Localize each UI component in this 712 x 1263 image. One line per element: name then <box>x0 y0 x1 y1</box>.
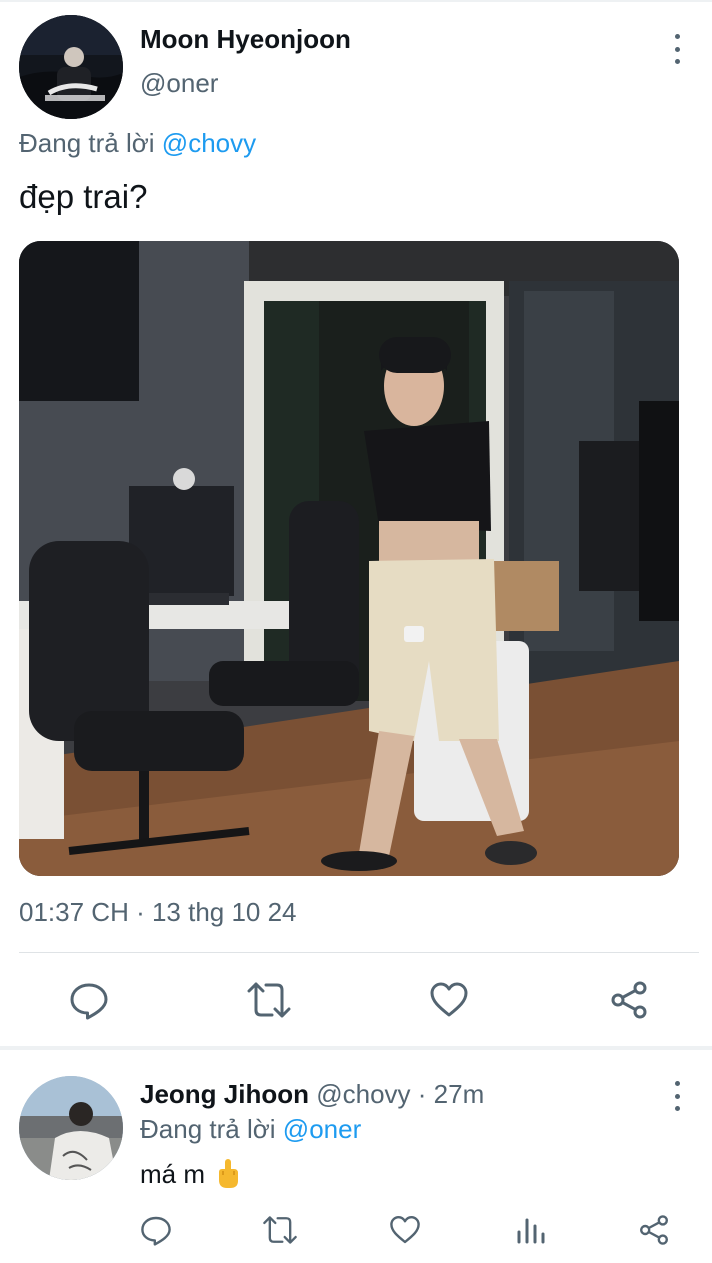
reply-author-name[interactable]: Jeong Jihoon <box>140 1079 309 1109</box>
replying-to-line: Đang trả lời @chovy <box>19 128 256 159</box>
divider <box>19 952 699 953</box>
reply-text-content: má m <box>140 1158 205 1189</box>
author-name[interactable]: Moon Hyeonjoon <box>140 24 351 55</box>
reply-replying-to-line: Đang trả lời @oner <box>140 1114 361 1145</box>
more-options-icon[interactable] <box>671 34 683 64</box>
reply-time[interactable]: 27m <box>434 1079 485 1109</box>
top-border <box>0 0 712 2</box>
tweet-text: đẹp trai? <box>19 178 148 215</box>
reply-tweet-text: má m <box>140 1158 241 1190</box>
middle-finger-icon <box>215 1158 241 1190</box>
reply-share-icon[interactable] <box>638 1214 670 1246</box>
retweet-icon[interactable] <box>246 980 292 1020</box>
replying-prefix: Đang trả lời <box>19 128 155 158</box>
author-avatar[interactable] <box>19 15 123 119</box>
tweet-photo[interactable] <box>19 241 679 876</box>
reply-replying-prefix: Đang trả lời <box>140 1114 276 1144</box>
reply-like-icon[interactable] <box>389 1214 421 1246</box>
share-icon[interactable] <box>609 980 649 1020</box>
reply-retweet-icon[interactable] <box>262 1214 298 1246</box>
reply-reply-icon[interactable] <box>140 1214 172 1246</box>
tweet-timestamp[interactable]: 01:37 CH · 13 thg 10 24 <box>19 897 297 928</box>
reply-author-avatar[interactable] <box>19 1076 123 1180</box>
replying-to-mention[interactable]: @chovy <box>162 128 256 158</box>
reply-author-handle[interactable]: @chovy <box>316 1079 410 1109</box>
like-icon[interactable] <box>429 980 469 1020</box>
views-icon[interactable] <box>515 1214 547 1246</box>
section-separator <box>0 1046 712 1050</box>
reply-more-options-icon[interactable] <box>671 1081 683 1111</box>
reply-header: Jeong Jihoon @chovy · 27m <box>140 1079 484 1110</box>
reply-replying-to-mention[interactable]: @oner <box>283 1114 361 1144</box>
author-handle[interactable]: @oner <box>140 68 218 99</box>
header-separator: · <box>410 1079 434 1109</box>
reply-icon[interactable] <box>69 980 109 1020</box>
